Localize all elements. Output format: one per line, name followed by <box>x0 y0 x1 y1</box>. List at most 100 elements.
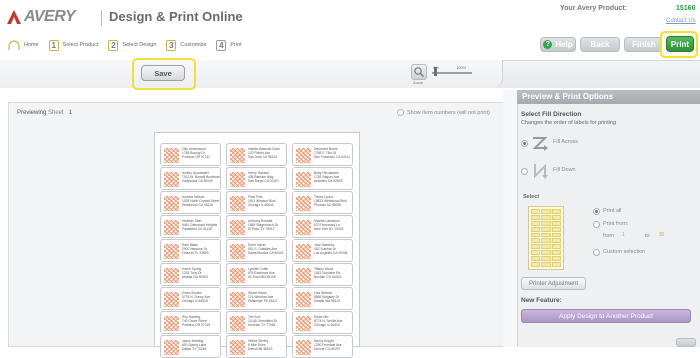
label-pattern-icon <box>230 268 245 283</box>
label-address-text: Tiffany Wood 1842 Schuster Rd Boulder CO 8… <box>314 267 352 280</box>
label-address-text: Imelda Walmart-Clark 120 Planet Ave San Jo… <box>248 147 286 160</box>
print-button[interactable]: Print <box>666 36 694 52</box>
label-pattern-icon <box>164 244 179 259</box>
show-item-numbers-radio[interactable] <box>397 109 404 116</box>
label-address-line: New York NY 10032 <box>314 227 344 232</box>
label-address-line: El Paso TX 79912 <box>248 227 275 232</box>
back-button[interactable]: Back <box>580 37 620 52</box>
panel-corner-button[interactable] <box>676 338 696 347</box>
label-address-line: Boulder CO 80301 <box>314 275 342 280</box>
contact-us-link[interactable]: Contact Us <box>666 18 696 24</box>
label-selection-grid[interactable] <box>528 206 564 270</box>
step-select-design[interactable]: 2 Select Design <box>108 39 156 51</box>
address-label: Desmond Burns 7768 E 73rd St San Francisco… <box>292 143 353 166</box>
zoom-icon[interactable] <box>411 64 427 80</box>
label-pattern-icon <box>296 148 311 163</box>
custom-selection-radio[interactable] <box>593 249 600 256</box>
sheet-number: 1 <box>68 110 73 116</box>
print-from-radio[interactable] <box>593 221 600 228</box>
label-pattern-icon <box>230 172 245 187</box>
address-label: Jose Martinez 452 Sulphur Dr Los Angeles C… <box>292 239 353 262</box>
avery-logo-text: AVERY <box>24 8 76 25</box>
from-label: from <box>603 233 614 239</box>
zoom-slider[interactable] <box>432 72 472 74</box>
fill-down-radio[interactable] <box>521 168 528 175</box>
address-label: Heather Stan 6461 Glenwood Heights Pasaden… <box>160 215 221 238</box>
fill-down-icon <box>531 162 549 180</box>
product-label: Your Avery Product: <box>560 5 628 12</box>
label-pattern-icon <box>230 292 245 307</box>
label-address-text: Jason Harding 600 Spring Lane Dallas TX 75… <box>182 339 220 352</box>
label-pattern-icon <box>164 220 179 235</box>
address-label: Ashley Goodwater 7012 W. Borrelli Bouleva… <box>160 167 221 190</box>
label-pattern-icon <box>230 244 245 259</box>
save-button[interactable]: Save <box>141 65 185 81</box>
header-divider <box>101 10 102 26</box>
step-customize[interactable]: 3 Customize <box>166 39 207 51</box>
print-all-label: Print all <box>603 208 622 214</box>
label-pattern-icon <box>164 148 179 163</box>
step-print[interactable]: 4 Print <box>216 39 242 51</box>
step-navigation: Home 1 Select Product 2 Select Design 3 … <box>8 38 252 52</box>
step-select-product[interactable]: 1 Select Product <box>48 39 99 51</box>
show-item-numbers-label: Show item numbers (will not print) <box>407 109 490 116</box>
label-address-line: Atlanta GA 30303 <box>182 275 208 280</box>
product-code: 15160 <box>676 5 696 12</box>
label-address-line: Detroit MI 48213 <box>248 347 273 352</box>
printer-adjustment-button[interactable]: Printer Adjustment <box>521 277 586 290</box>
step-number: 2 <box>108 39 119 51</box>
custom-selection-label: Custom selection <box>603 249 646 255</box>
label-pattern-icon <box>164 340 179 355</box>
previewing-text: Previewing Sheet 1 <box>17 110 72 116</box>
label-address-line: Pittsburgh PA 15217 <box>248 299 278 304</box>
label-address-line: San Francisco CA 94111 <box>314 155 350 160</box>
print-all-radio[interactable] <box>593 208 600 215</box>
to-input[interactable]: 30 <box>656 232 667 240</box>
label-address-line: Seattle WA 98102 <box>314 299 341 304</box>
label-address-line: San Diego CA 92107 <box>248 179 279 184</box>
sheet-label: Sheet <box>48 110 64 116</box>
label-address-text: Lynette Cutler 876 Eastmont Ave St. Paul M… <box>248 267 286 280</box>
help-button[interactable]: ? Help <box>540 37 576 52</box>
step-label: Print <box>230 42 242 48</box>
step-number: 1 <box>48 39 59 51</box>
label-pattern-icon <box>296 268 311 283</box>
label-pattern-icon <box>164 292 179 307</box>
label-pattern-icon <box>296 244 311 259</box>
label-address-line: Portland OR 97215 <box>182 323 211 328</box>
fill-direction-title: Select Fill Direction <box>521 111 582 118</box>
fill-across-icon <box>531 134 549 152</box>
step-home[interactable]: Home <box>8 39 39 51</box>
address-label: Lynette Cutler 876 Eastmont Ave St. Paul M… <box>226 263 287 286</box>
step-home-label: Home <box>24 42 39 48</box>
label-address-line: Dallas TX 75248 <box>182 347 207 352</box>
select-label: Select <box>523 194 540 200</box>
label-address-line: Portland OR 97211 <box>182 155 210 160</box>
print-options-title: Preview & Print Options <box>522 92 614 101</box>
label-address-text: Maxine Lawrence 570 Fernwood Ln New York N… <box>314 219 352 232</box>
address-label: Roy Harding 740 Grove Street Portland OR 9… <box>160 311 221 334</box>
step-number: 4 <box>216 39 227 51</box>
label-pattern-icon <box>230 148 245 163</box>
from-input[interactable]: 1 <box>618 232 629 240</box>
label-address-text: Gwen Brooks 3775 N. Sunny Ave Chicago IL 6… <box>182 291 220 304</box>
preview-scrollbar[interactable] <box>503 90 517 347</box>
show-item-numbers-toggle[interactable]: Show item numbers (will not print) <box>397 109 490 116</box>
label-address-text: Henry Hanson 438 Barham Way San Diego CA 9… <box>248 171 286 184</box>
label-pattern-icon <box>230 196 245 211</box>
fill-across-radio[interactable] <box>521 140 528 147</box>
address-label: Trevor Lyons 19813 Westwood Blvd Phoenix A… <box>292 191 353 214</box>
step-label: Select Product <box>62 42 99 48</box>
step-label: Customize <box>180 42 207 48</box>
label-address-line: Orlando FL 32809 <box>182 251 209 256</box>
print-from-label: Print from: <box>603 221 629 227</box>
apply-design-button[interactable]: Apply Design to Another Product <box>521 309 691 323</box>
label-address-text: Stuart Harris 121 Windlow Ave Pittsburgh P… <box>248 291 286 304</box>
address-label: Gwen Brooks 3775 N. Sunny Ave Chicago IL 6… <box>160 287 221 310</box>
label-pattern-icon <box>230 220 245 235</box>
to-label: to <box>645 233 650 239</box>
finish-button[interactable]: Finish <box>624 37 664 52</box>
label-address-line: Denver CO 80207 <box>314 347 341 352</box>
zoom-slider-thumb[interactable] <box>434 67 437 76</box>
label-address-text: Betty Hernandez 1782 Saguro Ave Anaheim CA… <box>314 171 352 184</box>
